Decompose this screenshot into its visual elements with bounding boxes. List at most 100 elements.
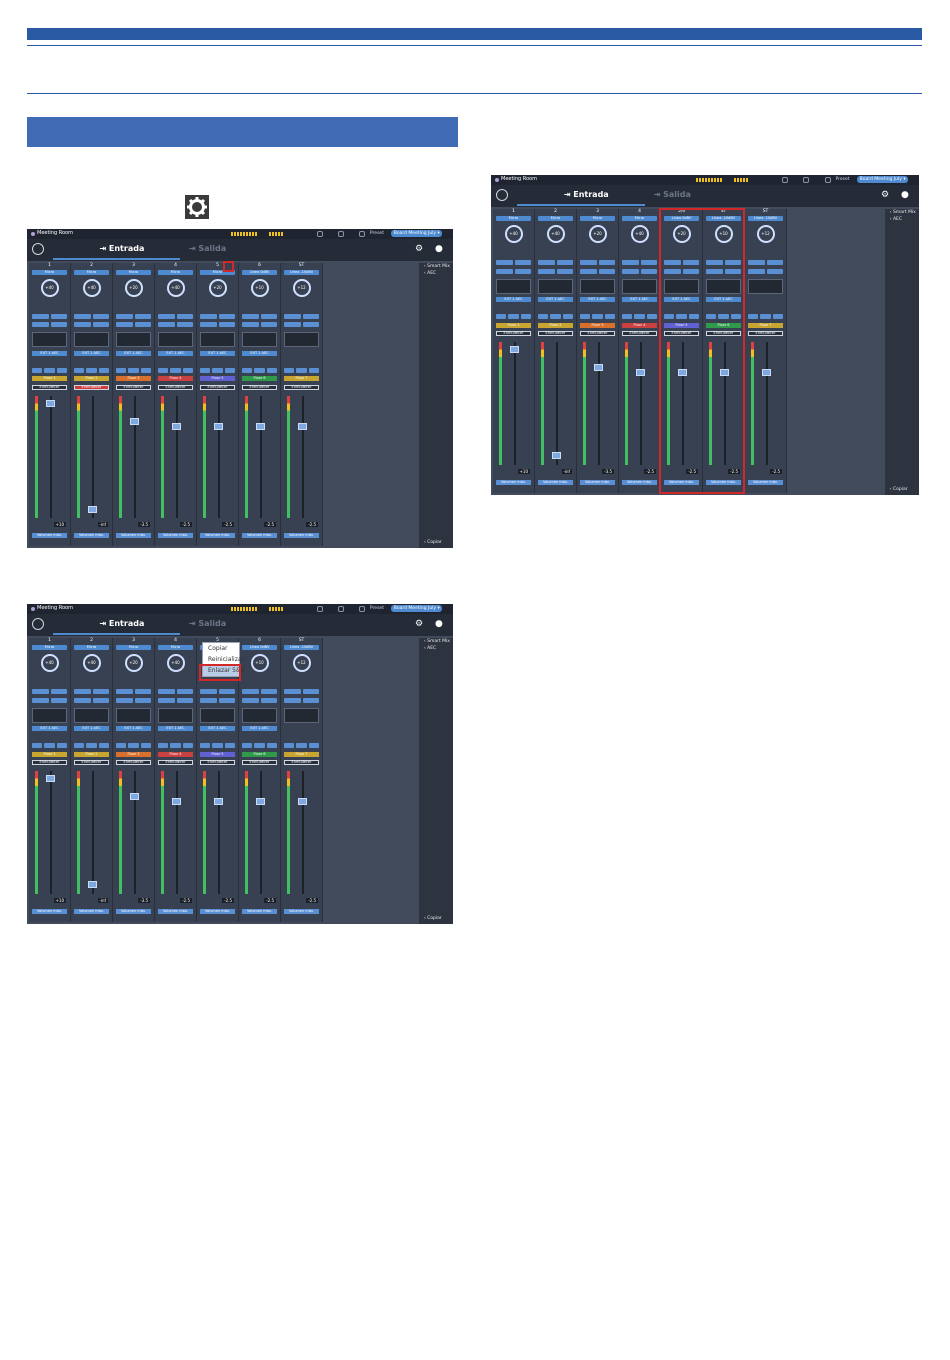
- mute-button[interactable]: Enmudecer: [116, 384, 151, 390]
- floor-assign[interactable]: Floor 3: [116, 376, 151, 382]
- group-buttons[interactable]: [74, 367, 109, 373]
- group-buttons[interactable]: [32, 743, 67, 749]
- phantom-phase-buttons[interactable]: [242, 313, 277, 319]
- group-buttons[interactable]: [242, 743, 277, 749]
- settings-icon[interactable]: ⚙: [415, 244, 423, 254]
- hpf-eq-buttons[interactable]: [284, 322, 319, 328]
- hpf-eq-buttons[interactable]: [32, 322, 67, 328]
- eq-curve[interactable]: [158, 332, 193, 348]
- input-type-select[interactable]: Micro: [116, 645, 151, 650]
- eq-curve[interactable]: [748, 278, 783, 294]
- floor-assign[interactable]: Floor 3: [116, 751, 151, 757]
- max-volume-button[interactable]: Volumen máx.: [200, 533, 235, 539]
- tab-entrada[interactable]: ⇥ Entrada: [99, 244, 144, 253]
- group-buttons[interactable]: [580, 314, 615, 320]
- input-type-select[interactable]: Micro: [158, 645, 193, 650]
- preset-selector[interactable]: Board Meeting July ▾: [391, 230, 443, 237]
- max-volume-button[interactable]: Volumen máx.: [74, 533, 109, 539]
- group-buttons[interactable]: [538, 314, 573, 320]
- hpf-eq-buttons[interactable]: [284, 697, 319, 703]
- max-volume-button[interactable]: Volumen máx.: [158, 909, 193, 915]
- floor-assign[interactable]: Floor 1: [32, 751, 67, 757]
- side-copy-button[interactable]: ‹ Copiar: [419, 539, 442, 546]
- preset-selector[interactable]: Board Meeting July ▾: [391, 605, 443, 612]
- side-item[interactable]: ‹ AEC: [419, 270, 453, 277]
- fader-handle[interactable]: [214, 798, 223, 806]
- hpf-eq-buttons[interactable]: [32, 697, 67, 703]
- max-volume-button[interactable]: Volumen máx.: [284, 533, 319, 539]
- fader-handle[interactable]: [510, 346, 519, 354]
- floor-assign[interactable]: Floor 7: [284, 376, 319, 382]
- warning-icon[interactable]: [359, 231, 366, 237]
- phantom-phase-buttons[interactable]: [158, 313, 193, 319]
- group-buttons[interactable]: [284, 367, 319, 373]
- eq-curve[interactable]: [32, 707, 67, 723]
- phantom-phase-buttons[interactable]: [284, 313, 319, 319]
- fader-handle[interactable]: [214, 422, 223, 430]
- fader-handle[interactable]: [256, 798, 265, 806]
- input-type-select[interactable]: Micro: [32, 645, 67, 650]
- dynamics-aec-button[interactable]: EXT 1 AEC: [116, 350, 151, 356]
- dynamics-aec-button[interactable]: EXT 1 AEC: [242, 350, 277, 356]
- fader-handle[interactable]: [172, 422, 181, 430]
- mute-button[interactable]: Enmudecer: [200, 760, 235, 766]
- mute-button[interactable]: Enmudecer: [622, 331, 657, 337]
- fader-handle[interactable]: [636, 369, 645, 377]
- input-type-select[interactable]: Línea 0dBV: [242, 270, 277, 275]
- fader-handle[interactable]: [298, 422, 307, 430]
- settings-icon[interactable]: ⚙: [415, 619, 423, 629]
- tab-salida[interactable]: ⇥ Salida: [654, 190, 691, 199]
- fader-handle[interactable]: [46, 775, 55, 783]
- eq-curve[interactable]: [242, 332, 277, 348]
- group-buttons[interactable]: [622, 314, 657, 320]
- user-icon[interactable]: ●: [435, 619, 443, 629]
- input-type-select[interactable]: Micro: [158, 270, 193, 275]
- phantom-phase-buttons[interactable]: [496, 260, 531, 266]
- mute-button[interactable]: Enmudecer: [200, 384, 235, 390]
- input-type-select[interactable]: Micro: [116, 270, 151, 275]
- floor-assign[interactable]: Floor 2: [74, 376, 109, 382]
- user-icon[interactable]: ●: [901, 190, 909, 200]
- fader-handle[interactable]: [130, 417, 139, 425]
- floor-assign[interactable]: Floor 2: [74, 751, 109, 757]
- mute-button[interactable]: Enmudecer: [74, 384, 109, 390]
- eq-curve[interactable]: [496, 278, 531, 294]
- phantom-phase-buttons[interactable]: [158, 689, 193, 695]
- fader-handle[interactable]: [594, 364, 603, 372]
- max-volume-button[interactable]: Volumen máx.: [32, 909, 67, 915]
- max-volume-button[interactable]: Volumen máx.: [74, 909, 109, 915]
- phantom-phase-buttons[interactable]: [242, 689, 277, 695]
- floor-assign[interactable]: Floor 5: [200, 376, 235, 382]
- side-item[interactable]: ‹ Smart Mix: [419, 263, 453, 270]
- side-item[interactable]: ‹ AEC: [885, 216, 919, 223]
- hpf-eq-buttons[interactable]: [496, 268, 531, 274]
- dynamics-aec-button[interactable]: EXT 1 AEC: [200, 726, 235, 732]
- group-buttons[interactable]: [284, 743, 319, 749]
- max-volume-button[interactable]: Volumen máx.: [496, 480, 531, 486]
- hpf-eq-buttons[interactable]: [622, 268, 657, 274]
- link-icon[interactable]: [316, 606, 323, 612]
- floor-assign[interactable]: Floor 1: [32, 376, 67, 382]
- fader-handle[interactable]: [762, 369, 771, 377]
- max-volume-button[interactable]: Volumen máx.: [116, 533, 151, 539]
- fader-handle[interactable]: [172, 798, 181, 806]
- hpf-eq-buttons[interactable]: [242, 322, 277, 328]
- phantom-phase-buttons[interactable]: [200, 689, 235, 695]
- input-type-select[interactable]: Micro: [74, 270, 109, 275]
- eq-curve[interactable]: [74, 332, 109, 348]
- phantom-phase-buttons[interactable]: [538, 260, 573, 266]
- phantom-phase-buttons[interactable]: [622, 260, 657, 266]
- side-copy-button[interactable]: ‹ Copiar: [419, 915, 442, 922]
- floor-assign[interactable]: Floor 5: [200, 751, 235, 757]
- dynamics-aec-button[interactable]: EXT 1 AEC: [158, 350, 193, 356]
- mute-button[interactable]: Enmudecer: [748, 331, 783, 337]
- fader-handle[interactable]: [88, 505, 97, 513]
- floor-assign[interactable]: Floor 3: [580, 322, 615, 328]
- fader-handle[interactable]: [552, 452, 561, 460]
- settings-icon[interactable]: ⚙: [881, 190, 889, 200]
- hpf-eq-buttons[interactable]: [74, 697, 109, 703]
- group-buttons[interactable]: [200, 743, 235, 749]
- mute-button[interactable]: Enmudecer: [242, 760, 277, 766]
- dynamics-aec-button[interactable]: EXT 1 AEC: [538, 297, 573, 303]
- dynamics-aec-button[interactable]: EXT 1 AEC: [200, 350, 235, 356]
